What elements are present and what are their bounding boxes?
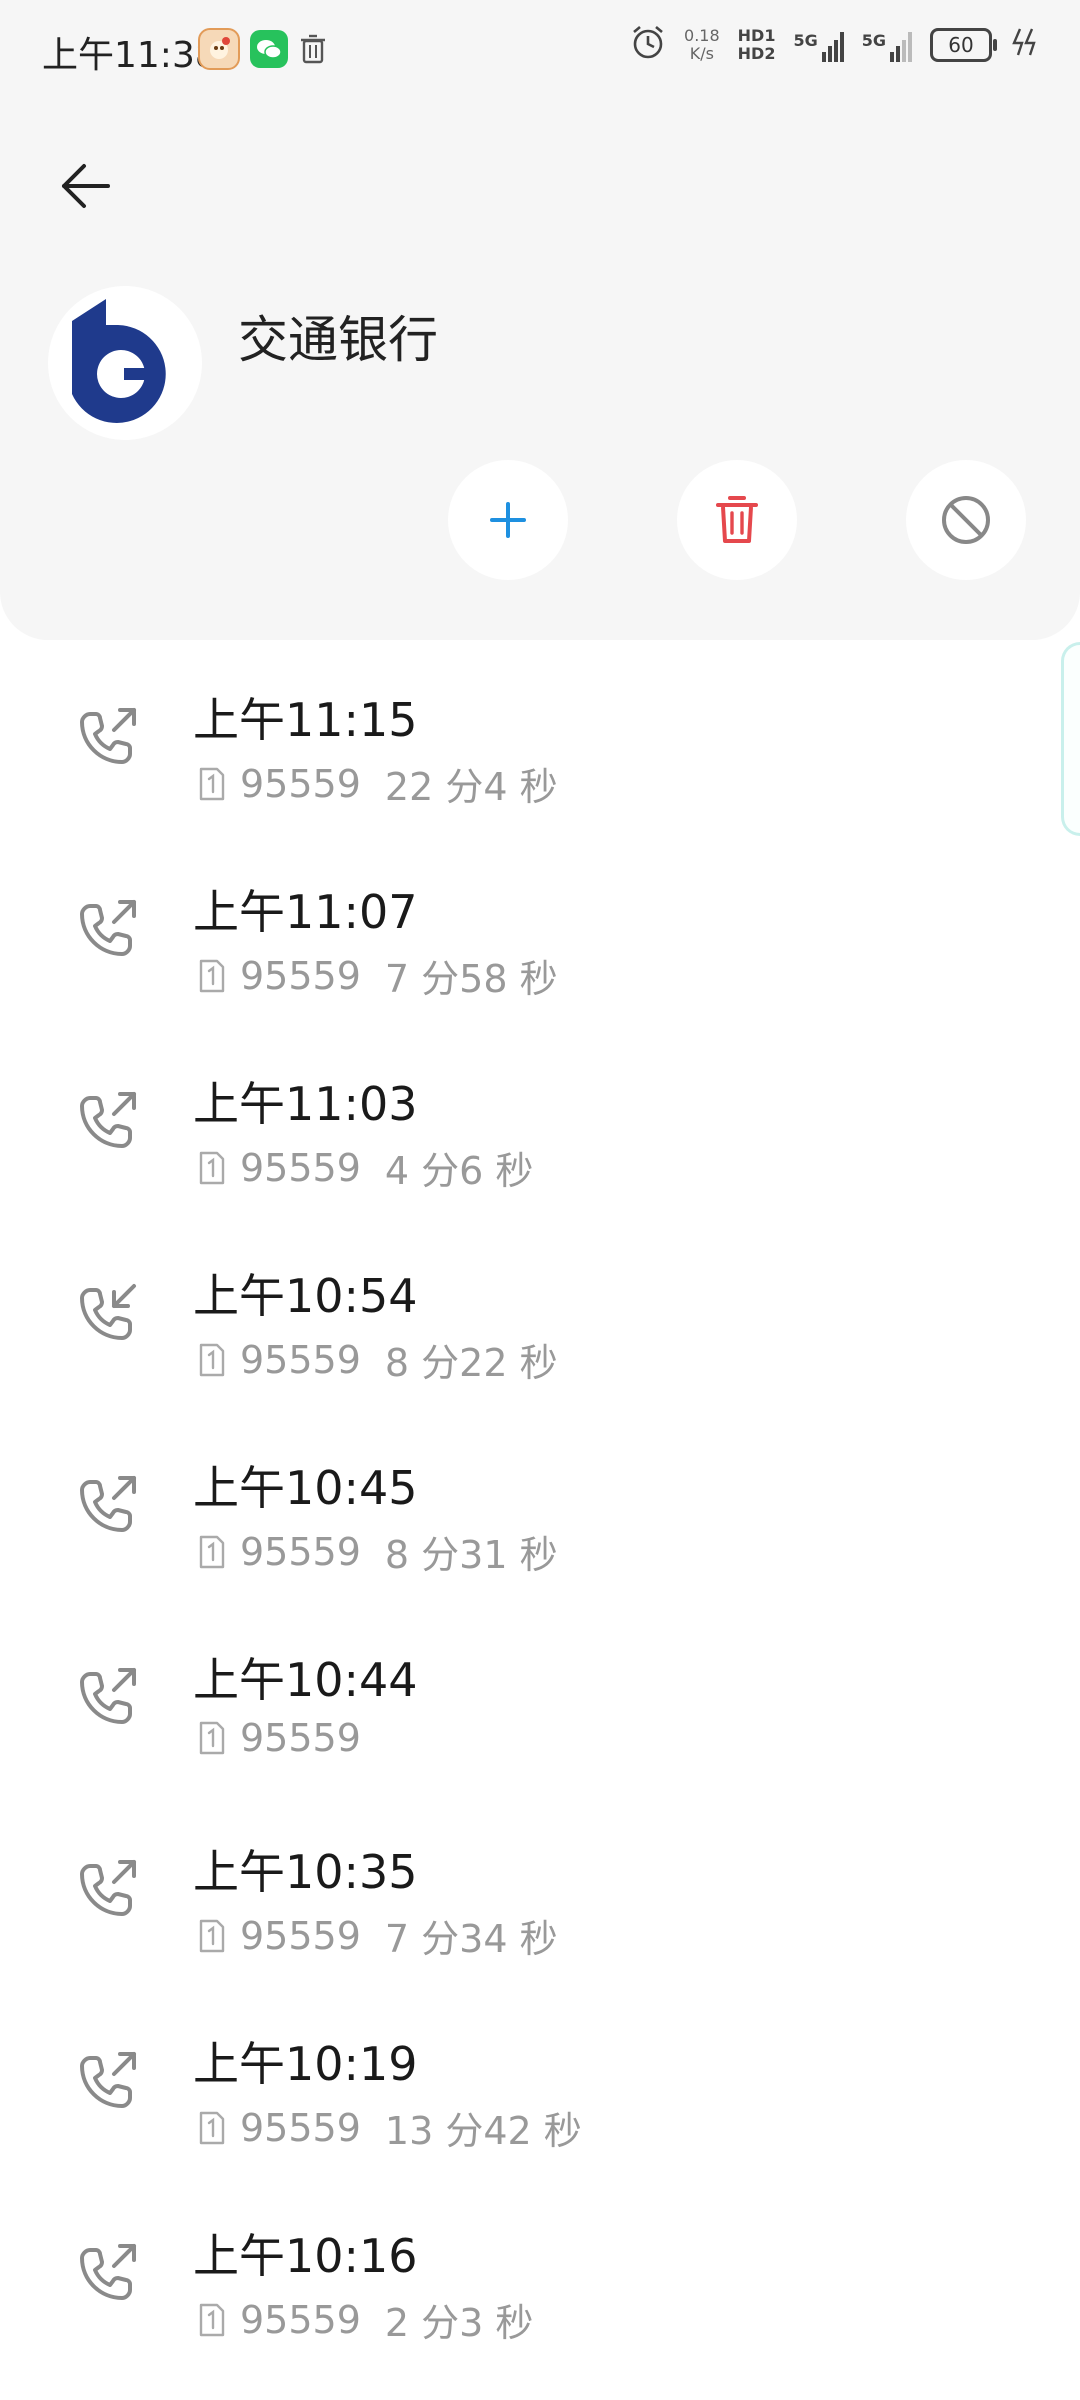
network-speed: 0.18 K/s bbox=[684, 27, 720, 63]
add-contact-button[interactable] bbox=[448, 460, 568, 580]
block-number-button[interactable] bbox=[906, 460, 1026, 580]
sim1-icon bbox=[199, 1535, 225, 1568]
battery-level: 60 bbox=[948, 33, 974, 57]
call-time: 上午11:07 bbox=[193, 885, 418, 939]
call-record[interactable]: 上午11:15 95559 22 分4 秒 bbox=[0, 652, 1080, 844]
delete-records-button[interactable] bbox=[677, 460, 797, 580]
call-number: 95559 bbox=[240, 2105, 361, 2150]
call-detail: 95559 bbox=[198, 1716, 385, 1760]
back-button[interactable] bbox=[46, 146, 126, 226]
call-record[interactable]: 上午10:45 95559 8 分31 秒 bbox=[0, 1420, 1080, 1612]
sim1-icon bbox=[199, 767, 225, 800]
sim1-icon bbox=[199, 2303, 225, 2336]
call-record[interactable]: 上午10:19 95559 13 分42 秒 bbox=[0, 1996, 1080, 2188]
outgoing-call-icon bbox=[80, 1092, 136, 1148]
outgoing-call-icon bbox=[80, 2052, 136, 2108]
contact-name: 交通银行 bbox=[238, 311, 438, 369]
call-time: 上午10:35 bbox=[193, 1845, 418, 1899]
contact-avatar bbox=[48, 286, 202, 440]
outgoing-call-icon bbox=[80, 1860, 136, 1916]
sim1-icon bbox=[199, 1919, 225, 1952]
call-duration: 4 分6 秒 bbox=[384, 1149, 534, 1193]
call-record[interactable]: 上午11:03 95559 4 分6 秒 bbox=[0, 1036, 1080, 1228]
call-duration: 7 分34 秒 bbox=[384, 1917, 558, 1961]
call-detail: 95559 2 分3 秒 bbox=[198, 2292, 533, 2347]
sim1-icon bbox=[199, 1151, 225, 1184]
call-duration: 8 分31 秒 bbox=[384, 1533, 558, 1577]
call-number: 95559 bbox=[240, 1913, 361, 1958]
call-record[interactable]: 上午10:54 95559 8 分22 秒 bbox=[0, 1228, 1080, 1420]
call-detail: 95559 8 分31 秒 bbox=[198, 1524, 558, 1579]
network-speed-unit: K/s bbox=[689, 44, 714, 63]
call-detail: 95559 7 分58 秒 bbox=[198, 948, 558, 1003]
charging-icon bbox=[1010, 27, 1040, 63]
call-time: 上午11:15 bbox=[193, 693, 418, 747]
signal-sim2-icon: 5G bbox=[862, 28, 912, 62]
outgoing-call-icon bbox=[80, 708, 136, 764]
outgoing-call-icon bbox=[80, 1476, 136, 1532]
call-duration: 22 分4 秒 bbox=[384, 765, 558, 809]
network-type-1: 5G bbox=[793, 31, 818, 50]
call-duration: 8 分22 秒 bbox=[384, 1341, 558, 1385]
signal-sim1-icon: 5G bbox=[793, 28, 844, 62]
call-detail: 95559 13 分42 秒 bbox=[198, 2100, 582, 2155]
hd1-label: HD1 bbox=[737, 26, 776, 45]
bank-logo-icon bbox=[48, 286, 202, 440]
call-record[interactable]: 上午10:35 95559 7 分34 秒 bbox=[0, 1804, 1080, 1996]
hd2-label: HD2 bbox=[737, 44, 776, 63]
arrow-left-icon bbox=[62, 164, 110, 208]
network-speed-value: 0.18 bbox=[684, 26, 720, 45]
call-number: 95559 bbox=[240, 1145, 361, 1190]
call-duration: 13 分42 秒 bbox=[384, 2109, 582, 2153]
notification-icons bbox=[198, 28, 328, 70]
call-time: 上午10:19 bbox=[193, 2037, 418, 2091]
status-indicators: 0.18 K/s HD1 HD2 5G 5G 60 bbox=[630, 24, 1040, 66]
call-detail: 95559 7 分34 秒 bbox=[198, 1908, 558, 1963]
status-time: 上午11:38 bbox=[42, 35, 218, 76]
trash-icon bbox=[716, 496, 758, 543]
call-record[interactable]: 上午10:16 95559 2 分3 秒 bbox=[0, 2188, 1080, 2380]
block-icon bbox=[942, 496, 990, 544]
outgoing-call-icon bbox=[80, 900, 136, 956]
call-time: 上午11:03 bbox=[193, 1077, 418, 1131]
sim1-icon bbox=[199, 1343, 225, 1376]
call-time: 上午10:45 bbox=[193, 1461, 418, 1515]
call-time: 上午10:54 bbox=[193, 1269, 418, 1323]
call-detail: 95559 22 分4 秒 bbox=[198, 756, 558, 811]
call-history-list: 上午11:15 95559 22 分4 秒 上午11:07 95559 7 分5… bbox=[0, 652, 1080, 2380]
call-time: 上午10:16 bbox=[193, 2229, 418, 2283]
call-number: 95559 bbox=[240, 1716, 361, 1760]
outgoing-call-icon bbox=[80, 1668, 136, 1724]
call-number: 95559 bbox=[240, 2297, 361, 2342]
call-time: 上午10:44 bbox=[193, 1653, 418, 1707]
call-detail: 95559 4 分6 秒 bbox=[198, 1140, 533, 1195]
call-number: 95559 bbox=[240, 1337, 361, 1382]
battery-icon: 60 bbox=[930, 28, 997, 62]
trash-notification-icon bbox=[298, 30, 328, 68]
incoming-call-icon bbox=[80, 1284, 136, 1340]
hd-indicator: HD1 HD2 bbox=[738, 27, 776, 63]
wechat-app-icon bbox=[250, 30, 288, 68]
call-detail: 95559 8 分22 秒 bbox=[198, 1332, 558, 1387]
status-bar: 上午11:38 0.18 K/s HD1 HD2 5G 5G 60 bbox=[0, 0, 1080, 100]
taobao-app-icon bbox=[198, 28, 240, 70]
call-duration: 2 分3 秒 bbox=[384, 2301, 534, 2345]
call-number: 95559 bbox=[240, 1529, 361, 1574]
outgoing-call-icon bbox=[80, 2244, 136, 2300]
alarm-icon bbox=[630, 24, 666, 66]
call-duration: 7 分58 秒 bbox=[384, 957, 558, 1001]
sim1-icon bbox=[199, 1721, 225, 1755]
call-number: 95559 bbox=[240, 953, 361, 998]
call-record[interactable]: 上午10:44 95559 bbox=[0, 1612, 1080, 1804]
call-number: 95559 bbox=[240, 761, 361, 806]
sim1-icon bbox=[199, 959, 225, 992]
call-record[interactable]: 上午11:07 95559 7 分58 秒 bbox=[0, 844, 1080, 1036]
network-type-2: 5G bbox=[861, 31, 886, 50]
plus-icon bbox=[490, 502, 526, 538]
sim1-icon bbox=[199, 2111, 225, 2144]
